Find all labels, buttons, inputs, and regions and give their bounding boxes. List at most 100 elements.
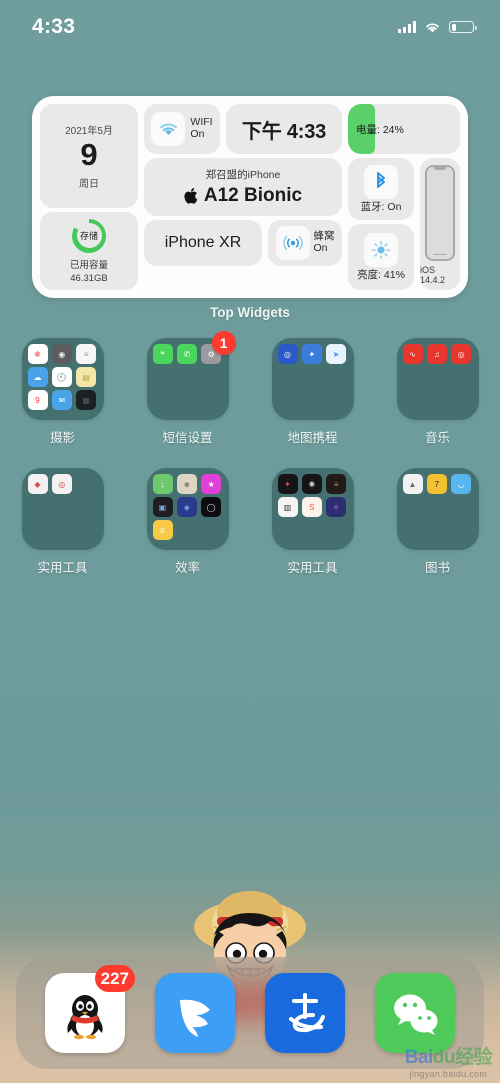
- widget-brightness-card[interactable]: 亮度: 41%: [348, 224, 414, 290]
- status-bar-clock: 4:33: [32, 15, 76, 38]
- watermark-brand: Baidu经验: [404, 1047, 493, 1068]
- dark-spiral-icon: ✺: [301, 474, 322, 494]
- folder-label: 实用工具: [287, 561, 338, 575]
- folder-mini-grid: ◎ ✦ ➤: [277, 344, 348, 364]
- widget-time-card[interactable]: 下午 4:33: [226, 104, 342, 154]
- dingtalk-icon: [180, 999, 210, 1037]
- folder-label: 效率: [174, 561, 200, 575]
- layers-icon: ◈: [176, 497, 197, 517]
- widget-ios-version: iOS 14.4.2: [420, 265, 446, 285]
- folder-icon-box[interactable]: ❋ ◉ ≡ ☁ 🕙 ▤ 9 ✉ ▦: [21, 338, 104, 420]
- tool-app-red-icon: ◆: [27, 474, 48, 494]
- folder-icon-box[interactable]: ❝ ✆ ⚙ 1: [146, 331, 236, 420]
- widget-storage-ring-label: 存储: [76, 223, 102, 248]
- scan-icon: S: [301, 497, 322, 517]
- app-folder[interactable]: ∿ ♫ ◎ 音乐: [375, 338, 500, 446]
- folder-icon-box[interactable]: ✦ ✺ ≡ ▥ S ✧: [271, 468, 354, 550]
- wifi-icon: [151, 112, 186, 146]
- app-folder[interactable]: ▲ 7 ◡ 图书: [375, 468, 500, 576]
- qq-penguin-icon: [67, 995, 103, 1040]
- bluetooth-icon: [364, 164, 398, 199]
- folder-mini-grid: ◆ ◎: [27, 474, 98, 494]
- widget-bluetooth-label: 蓝牙: On: [360, 200, 402, 213]
- widget-wifi-card[interactable]: WIFI On: [144, 104, 220, 154]
- widget-storage-card[interactable]: 存储 已用容量 46.31GB: [40, 212, 138, 290]
- calc-icon: ▥: [277, 497, 298, 517]
- folder-mini-grid: ∿ ♫ ◎: [402, 344, 473, 364]
- app-folder[interactable]: ❋ ◉ ≡ ☁ 🕙 ▤ 9 ✉ ▦ 摄影: [0, 338, 125, 446]
- green-utility-icon: ↓: [152, 474, 173, 494]
- folder-label: 实用工具: [37, 561, 88, 575]
- dock-app-dingtalk[interactable]: [155, 973, 235, 1053]
- beige-utility-icon: ☻: [176, 474, 197, 494]
- weather-icon: ☁: [27, 367, 48, 387]
- apple-logo-icon: [184, 188, 198, 204]
- cellular-tower-icon: [275, 226, 310, 260]
- app-folder[interactable]: ↓ ☻ ★ ▣ ◈ ◯ ♕ 效率: [125, 468, 250, 576]
- folder-mini-grid: ❋ ◉ ≡ ☁ 🕙 ▤ 9 ✉ ▦: [27, 344, 98, 410]
- status-bar: 4:33: [0, 0, 500, 54]
- clock-icon: 🕙: [51, 367, 72, 387]
- storage-ring-icon: 存储: [72, 218, 106, 253]
- widget-caption: Top Widgets: [210, 305, 290, 320]
- camera-icon: ◉: [51, 344, 72, 364]
- apple-music-icon: ♫: [426, 344, 447, 364]
- folder-icon-box[interactable]: ◎ ✦ ➤: [271, 338, 354, 420]
- photos-icon: ❋: [27, 344, 48, 364]
- app-folder[interactable]: ◆ ◎ 实用工具: [0, 468, 125, 576]
- widget-brightness-label: 亮度: 41%: [357, 268, 405, 281]
- widget-cellular-label: 蜂窝 On: [313, 230, 335, 254]
- app-folder[interactable]: ◎ ✦ ➤ 地图携程: [250, 338, 375, 446]
- battery-low-icon: [449, 21, 477, 33]
- books-yellow-icon: 7: [426, 474, 447, 494]
- dock-app-qq[interactable]: 227: [45, 965, 135, 1053]
- widget-storage-title: 已用容量: [69, 259, 108, 271]
- alipay-icon: [289, 993, 325, 1033]
- folder-label: 地图携程: [287, 431, 338, 445]
- app-folder[interactable]: ❝ ✆ ⚙ 1 短信设置: [125, 331, 250, 446]
- widget-ios-card[interactable]: iOS 14.4.2: [420, 158, 460, 290]
- widget-date-card[interactable]: 2021年5月 9 周日: [40, 104, 138, 208]
- folder-label: 摄影: [49, 431, 75, 445]
- folder-icon-box[interactable]: ▲ 7 ◡: [396, 468, 479, 550]
- widget-date-weekday: 周日: [79, 178, 99, 190]
- baidu-map-icon: ✦: [301, 344, 322, 364]
- widget-storage-value: 46.31GB: [70, 272, 108, 284]
- dark-lines-icon: ≡: [326, 474, 347, 494]
- widget-date-year-month: 2021年5月: [65, 126, 113, 138]
- widget-bluetooth-card[interactable]: 蓝牙: On: [348, 158, 414, 220]
- top-widgets-stack[interactable]: 2021年5月 9 周日 WIFI On 下午 4:33 电量: 24% 郑召盟的…: [32, 96, 468, 298]
- folder-row: ◆ ◎ 实用工具 ↓ ☻ ★ ▣ ◈ ◯ ♕ 效率 ✦ ✺ ≡ ▥ S ✧ 实用工具 ▲ 7 ◡ 图书: [0, 468, 500, 576]
- widget-device-name: 郑召盟的iPhone: [205, 169, 281, 181]
- folder-mini-grid: ↓ ☻ ★ ▣ ◈ ◯ ♕: [152, 474, 223, 540]
- iphone-outline-icon: [425, 165, 455, 261]
- magenta-star-icon: ★: [201, 474, 222, 494]
- widget-model-card[interactable]: iPhone XR: [144, 220, 262, 266]
- wifi-icon: [426, 22, 439, 32]
- dark-photo-app-icon: ▦: [76, 390, 97, 410]
- widget-cellular-card[interactable]: 蜂窝 On: [268, 220, 342, 266]
- cellular-signal-icon: [398, 21, 416, 33]
- widget-device-card[interactable]: 郑召盟的iPhone A12 Bionic: [144, 158, 342, 216]
- tool-app-target-icon: ◎: [51, 474, 72, 494]
- messages-icon: ❝: [152, 344, 173, 364]
- dock-app-wechat[interactable]: [375, 973, 455, 1053]
- app-folder-grid: ❋ ◉ ≡ ☁ 🕙 ▤ 9 ✉ ▦ 摄影 ❝ ✆ ⚙ 1 短信设置 ◎ ✦ ➤ 地图携程 ∿ ♫ ◎ 音乐 ◆ ◎ 实用工具 ↓ ☻ ★…: [0, 331, 500, 576]
- widget-date-day: 9: [80, 137, 98, 173]
- dark-tool-icon: ▣: [152, 497, 173, 517]
- folder-label: 短信设置: [162, 431, 213, 445]
- reminders-icon: ≡: [76, 344, 97, 364]
- mail-icon: ✉: [51, 390, 72, 410]
- calendar-icon: 9: [27, 390, 48, 410]
- app-folder[interactable]: ✦ ✺ ≡ ▥ S ✧ 实用工具: [250, 468, 375, 576]
- folder-icon-box[interactable]: ↓ ☻ ★ ▣ ◈ ◯ ♕: [146, 468, 229, 550]
- watermark: Baidu经验 jingyan.baidu.com: [404, 1042, 493, 1079]
- folder-mini-grid: ▲ 7 ◡: [402, 474, 473, 494]
- idea-bulb-icon: ♕: [152, 520, 173, 540]
- folder-icon-box[interactable]: ∿ ♫ ◎: [396, 338, 479, 420]
- notes-icon: ▤: [76, 367, 97, 387]
- dock-app-alipay[interactable]: [265, 973, 345, 1053]
- folder-icon-box[interactable]: ◆ ◎: [21, 468, 104, 550]
- widget-battery-card[interactable]: 电量: 24%: [348, 104, 460, 154]
- widget-battery-label: 电量: 24%: [356, 123, 404, 136]
